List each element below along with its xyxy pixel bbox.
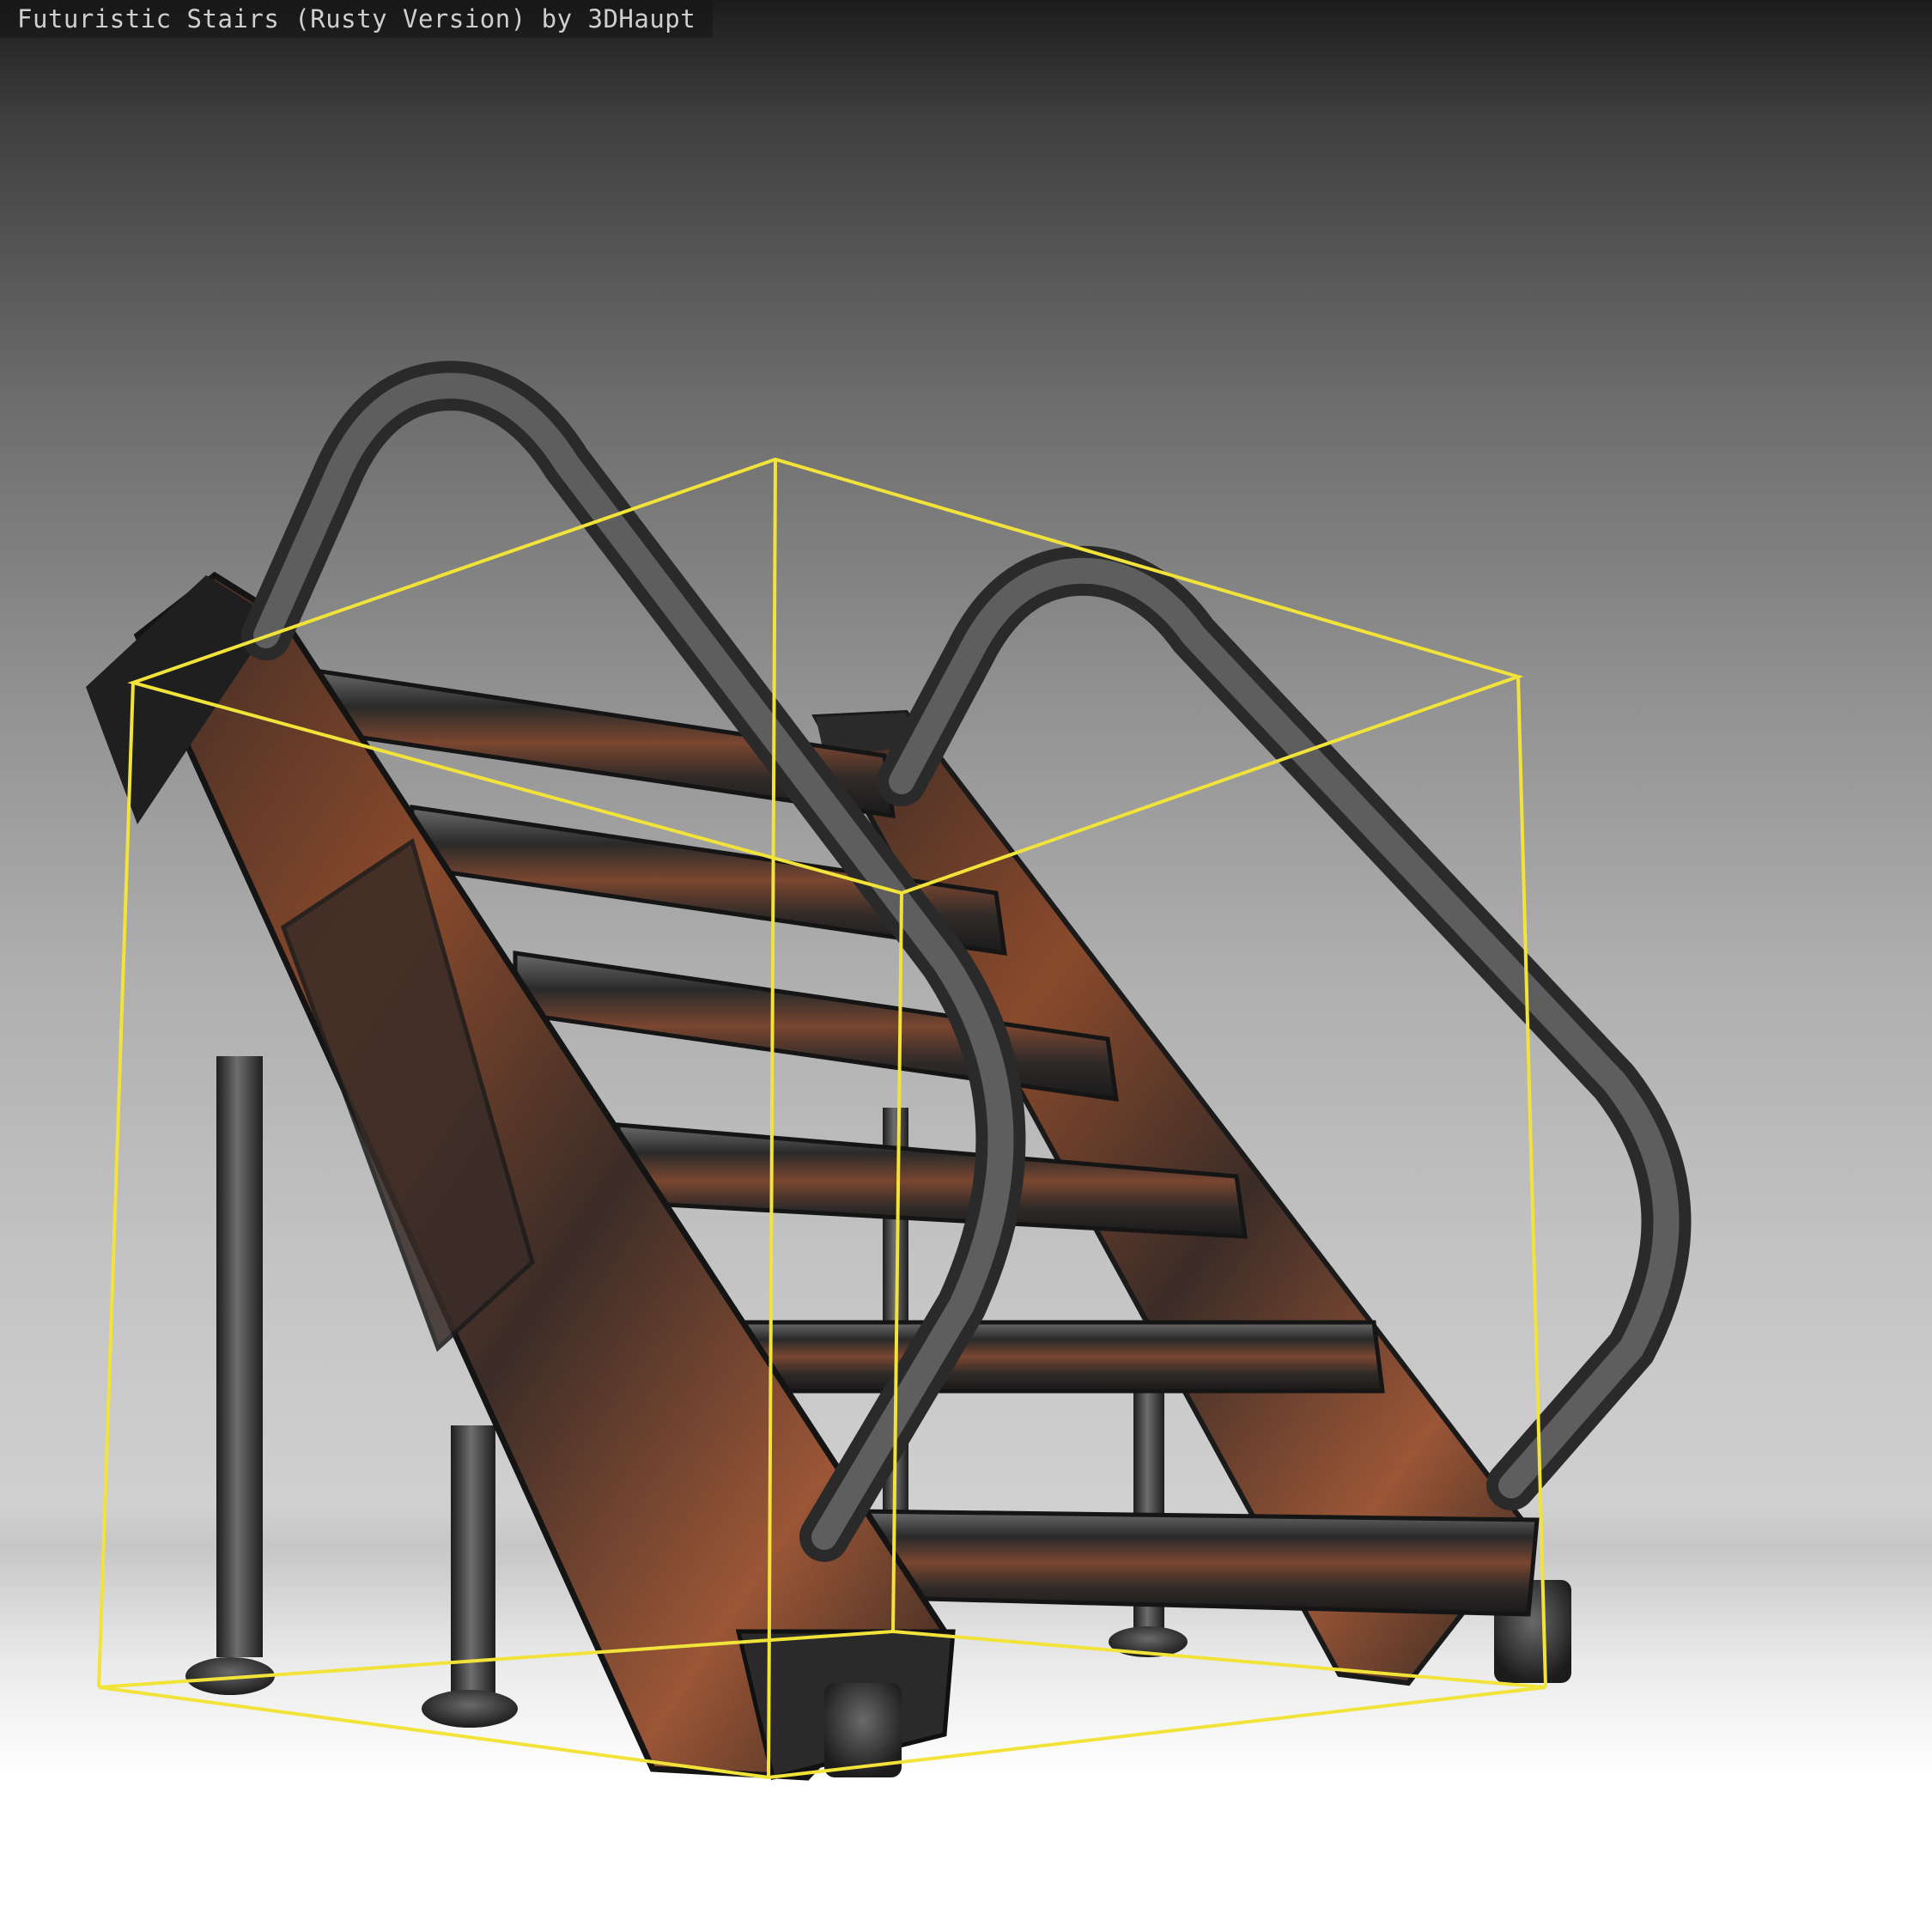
stairs-scene[interactable] [0,0,1932,1932]
step [856,1509,1540,1617]
model-title: Futuristic Stairs (Rusty Version) by 3DH… [17,4,696,33]
model-title-bar: Futuristic Stairs (Rusty Version) by 3DH… [0,0,714,38]
step [736,1320,1385,1394]
support-leg [216,1056,263,1657]
3d-viewport[interactable]: Futuristic Stairs (Rusty Version) by 3DH… [0,0,1932,1932]
leg-foot [422,1690,518,1728]
